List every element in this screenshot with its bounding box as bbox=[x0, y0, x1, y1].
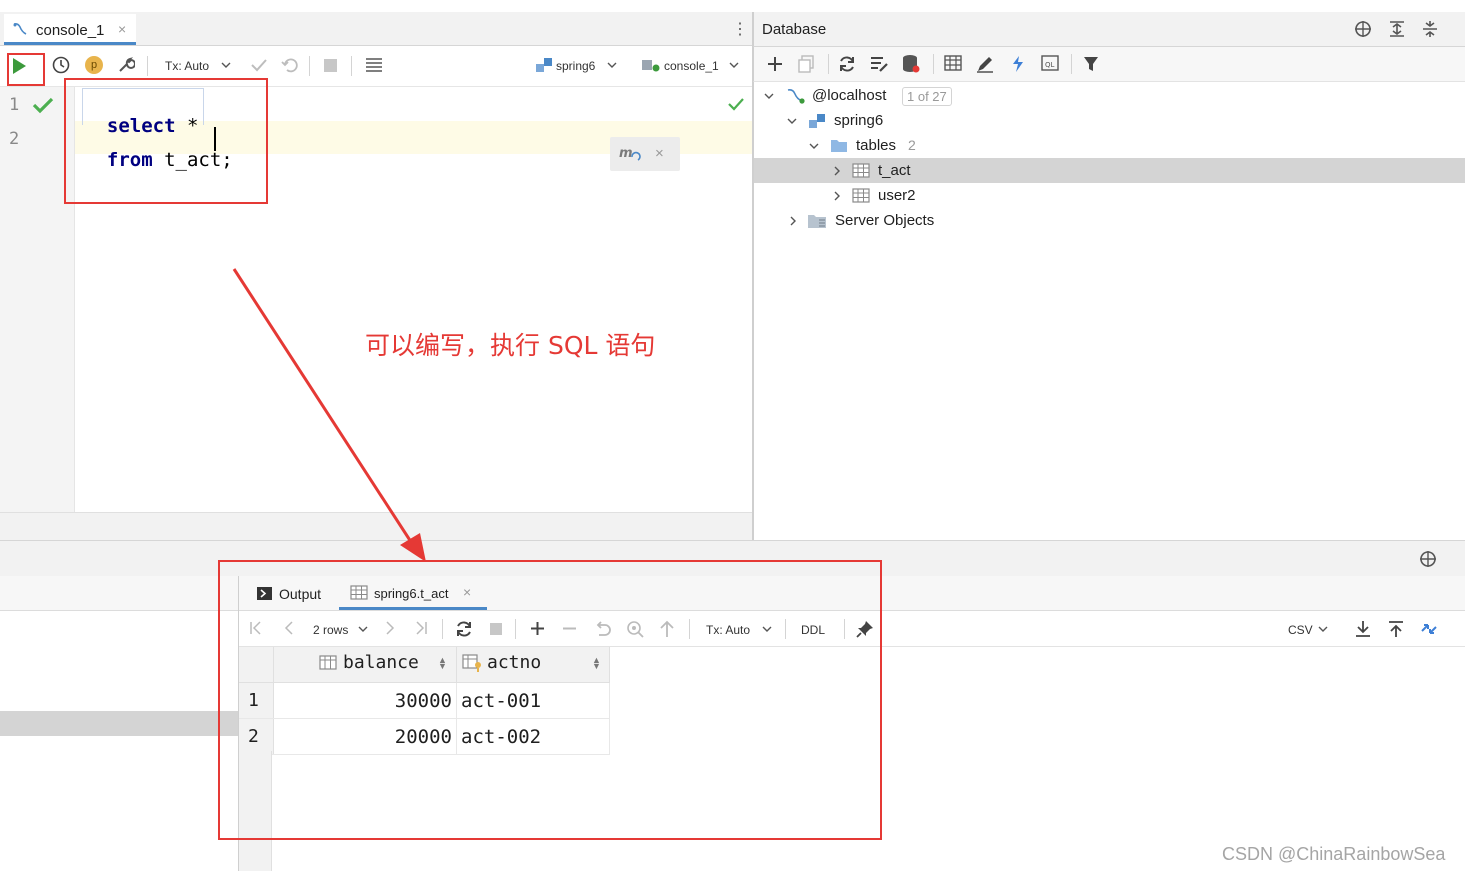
chevron-down-icon[interactable] bbox=[809, 141, 819, 151]
tree-node-server-objects-label: Server Objects bbox=[835, 212, 935, 229]
chevron-right-icon[interactable] bbox=[832, 166, 842, 176]
services-header-strip bbox=[0, 576, 238, 611]
refresh-icon[interactable] bbox=[838, 55, 856, 73]
floating-hint[interactable]: m × bbox=[610, 137, 680, 171]
inspection-ok-icon bbox=[728, 97, 744, 111]
tree-node-tables-label: tables bbox=[856, 137, 897, 154]
tree-node-table-user2[interactable]: user2 bbox=[831, 183, 1431, 208]
services-selected-row[interactable] bbox=[0, 711, 238, 736]
editor-tab[interactable]: console_1 × bbox=[4, 14, 136, 45]
check-icon bbox=[32, 96, 54, 114]
tx-mode-select[interactable]: Tx: Auto bbox=[165, 59, 209, 73]
schema-icon bbox=[808, 113, 826, 129]
chevron-down-icon[interactable] bbox=[764, 91, 774, 101]
stop-icon[interactable] bbox=[324, 59, 337, 72]
filter-icon[interactable] bbox=[1083, 55, 1099, 73]
console-query-icon[interactable]: QL bbox=[1041, 55, 1059, 71]
schema-sync-icon[interactable] bbox=[869, 55, 889, 73]
export-format-select[interactable]: CSV bbox=[1288, 623, 1313, 637]
sql-editor-highlight bbox=[64, 78, 268, 204]
wrench-icon[interactable] bbox=[117, 56, 135, 74]
edit-icon[interactable] bbox=[976, 55, 994, 73]
jump-icon[interactable] bbox=[1009, 54, 1027, 74]
schema-select[interactable]: spring6 bbox=[556, 59, 595, 73]
tree-node-table-label: t_act bbox=[878, 162, 911, 179]
chevron-down-icon[interactable] bbox=[787, 116, 797, 126]
folder-icon bbox=[830, 138, 848, 153]
data-source-icon[interactable] bbox=[902, 54, 920, 74]
tree-node-table-t-act[interactable]: t_act bbox=[831, 158, 1431, 183]
annotation-text: 可以编写，执行 SQL 语句 bbox=[365, 331, 656, 360]
tree-node-schema[interactable]: spring6 bbox=[787, 108, 1437, 133]
tree-node-host-label: @localhost bbox=[812, 87, 887, 104]
close-icon[interactable]: × bbox=[118, 21, 126, 37]
tree-node-host[interactable]: @localhost 1 of 27 bbox=[764, 83, 1444, 108]
chevron-down-icon bbox=[607, 60, 617, 70]
line-number: 1 bbox=[9, 95, 20, 115]
chevron-down-icon bbox=[221, 60, 231, 70]
session-icon bbox=[641, 57, 661, 73]
crosshair-icon[interactable] bbox=[1354, 20, 1372, 38]
tree-node-tables[interactable]: tables 2 bbox=[809, 133, 1429, 158]
run-button-highlight bbox=[7, 53, 45, 86]
svg-text:m: m bbox=[619, 146, 633, 161]
reformat-icon[interactable]: m bbox=[619, 144, 641, 164]
download-icon[interactable] bbox=[1355, 620, 1371, 638]
line-number: 2 bbox=[9, 129, 20, 149]
session-select[interactable]: console_1 bbox=[664, 59, 719, 73]
upload-icon[interactable] bbox=[1388, 620, 1404, 638]
database-panel-title: Database bbox=[762, 21, 827, 38]
watermark: CSDN @ChinaRainbowSea bbox=[1222, 844, 1446, 864]
schema-icon bbox=[535, 57, 553, 73]
chevron-down-icon bbox=[1318, 624, 1328, 634]
chevron-right-icon[interactable] bbox=[788, 216, 798, 226]
database-toolbar: QL bbox=[753, 47, 1465, 82]
chevron-down-icon bbox=[729, 60, 739, 70]
mysql-icon bbox=[786, 87, 806, 105]
table-editor-icon[interactable] bbox=[944, 55, 962, 71]
history-icon[interactable] bbox=[52, 56, 70, 74]
editor-tab-bar: console_1 × ⋮ bbox=[0, 12, 752, 46]
close-icon[interactable]: × bbox=[655, 145, 664, 162]
crosshair-icon[interactable] bbox=[1419, 550, 1437, 568]
editor-tab-label: console_1 bbox=[36, 22, 105, 39]
server-objects-icon bbox=[807, 213, 827, 229]
layout-icon[interactable] bbox=[365, 57, 383, 73]
copy-icon[interactable] bbox=[797, 55, 815, 73]
collapse-all-icon[interactable] bbox=[1421, 20, 1439, 38]
host-badge: 1 of 27 bbox=[902, 87, 952, 106]
expand-all-icon[interactable] bbox=[1388, 20, 1406, 38]
tree-node-table-label: user2 bbox=[878, 187, 916, 204]
commit-icon[interactable] bbox=[250, 56, 268, 74]
console-icon bbox=[12, 21, 28, 37]
tree-node-schema-label: spring6 bbox=[834, 112, 884, 129]
services-tree bbox=[0, 576, 239, 871]
rollback-icon[interactable] bbox=[281, 56, 299, 74]
chevron-right-icon[interactable] bbox=[832, 191, 842, 201]
compare-icon[interactable] bbox=[1420, 619, 1438, 639]
editor-status-strip bbox=[0, 512, 752, 541]
database-tree: @localhost 1 of 27 spring6 tables 2 t_ac… bbox=[753, 82, 1465, 540]
svg-text:QL: QL bbox=[1045, 61, 1055, 69]
results-highlight bbox=[218, 560, 882, 840]
parameters-icon[interactable]: p bbox=[85, 56, 103, 74]
tree-node-server-objects[interactable]: Server Objects bbox=[787, 208, 1427, 233]
table-icon bbox=[852, 163, 870, 178]
table-icon bbox=[852, 188, 870, 203]
tables-count: 2 bbox=[908, 137, 916, 153]
database-panel-header: Database bbox=[753, 12, 1465, 47]
add-icon[interactable] bbox=[766, 55, 784, 73]
more-options-icon[interactable]: ⋮ bbox=[732, 19, 748, 39]
